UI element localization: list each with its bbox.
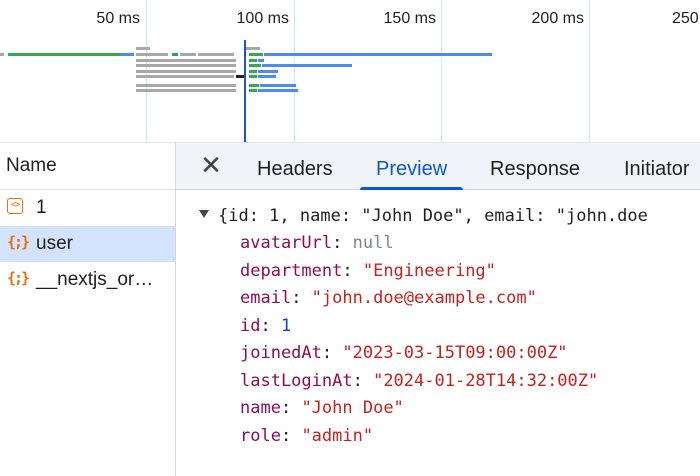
json-key: email [240,288,292,308]
json-colon: : [280,425,302,446]
json-colon: : [352,370,374,391]
tab-initiator[interactable]: Initiator [624,143,690,189]
request-name: 1 [36,197,47,218]
waterfall-bar [249,53,263,56]
json-value: "Engineering" [362,260,496,281]
json-value: "admin" [301,425,374,446]
json-property[interactable]: department: "Engineering" [240,261,496,281]
json-colon: : [332,233,353,253]
time-tick-label: 250 [672,10,699,27]
waterfall-bar [258,75,276,78]
json-value: null [352,233,394,253]
request-row[interactable]: {;} __nextjs_or… [0,262,175,298]
json-key: joinedAt [240,343,322,363]
waterfall-bar [249,59,257,62]
waterfall-bar [236,75,244,78]
request-name: __nextjs_or… [36,269,154,290]
collapse-triangle-icon[interactable] [199,210,209,218]
waterfall-bar [258,70,278,73]
json-value: 1 [280,315,292,336]
waterfall-bar [136,70,236,73]
json-colon: : [260,315,281,336]
waterfall-bar [198,53,234,56]
json-property[interactable]: id: 1 [240,316,291,336]
waterfall-bar [0,53,4,56]
waterfall-bar [136,53,168,56]
json-value: "john.doe@example.com" [311,288,537,308]
waterfall-bar [249,84,259,87]
waterfall-bar [136,47,150,50]
tab-headers[interactable]: Headers [257,143,333,189]
json-colon: : [321,343,343,363]
time-tick-label: 150 ms [383,10,436,27]
json-key: department [240,260,343,281]
request-details: ✕ Headers Preview Response Initiator {id… [176,143,700,476]
json-preview: {id: 1, name: "John Doe", email: "john.d… [176,190,700,476]
waterfall-bar [136,89,236,92]
network-panel: Name <> 1 {;} user {;} __nextjs_or… ✕ He… [0,142,700,476]
json-key: id [240,315,261,336]
waterfall-bar [136,59,236,62]
tab-response[interactable]: Response [490,143,580,189]
name-column-header[interactable]: Name [0,143,175,190]
time-tick-label: 200 ms [531,10,584,27]
request-list: Name <> 1 {;} user {;} __nextjs_or… [0,143,176,476]
waterfall-bar [264,53,492,56]
waterfall-bar [258,89,298,92]
details-tabbar: ✕ Headers Preview Response Initiator [176,143,700,190]
waterfall-bar [180,53,196,56]
waterfall-bar [246,47,260,50]
waterfall-bar [136,64,236,67]
waterfall-bar [258,59,264,62]
waterfall-bar [172,53,178,56]
json-property[interactable]: joinedAt: "2023-03-15T09:00:00Z" [240,343,568,363]
json-key: role [240,425,281,446]
waterfall-bar [249,64,261,67]
time-tick-label: 100 ms [236,10,289,27]
json-colon: : [280,398,302,418]
waterfall-bar [8,53,120,56]
json-property[interactable]: name: "John Doe" [240,398,404,418]
waterfall-bar [249,75,257,78]
json-value: "John Doe" [301,398,404,418]
json-property[interactable]: avatarUrl: null [240,233,394,253]
json-braces-icon: {;} [7,233,30,251]
waterfall-bar [260,84,296,87]
json-value: "2024-01-28T14:32:00Z" [373,370,599,391]
close-icon[interactable]: ✕ [199,152,223,178]
grid-line [294,0,295,142]
waterfall-bar [249,89,257,92]
grid-line [589,0,590,142]
json-colon: : [291,288,312,308]
waterfall-bar [249,70,257,73]
json-property[interactable]: role: "admin" [240,426,373,446]
waterfall-bar [262,64,352,67]
waterfall-bar [136,84,236,87]
json-property[interactable]: email: "john.doe@example.com" [240,288,537,308]
json-colon: : [342,260,363,281]
object-summary[interactable]: {id: 1, name: "John Doe", email: "john.d… [218,206,648,226]
grid-line [441,0,442,142]
time-tick-label: 50 ms [96,10,140,27]
json-property[interactable]: lastLoginAt: "2024-01-28T14:32:00Z" [240,371,598,391]
json-key: name [240,398,281,418]
waterfall-bar [136,75,234,78]
timeline-cursor[interactable] [244,40,246,142]
request-row[interactable]: {;} user [0,226,175,262]
waterfall-bar [120,53,134,56]
json-key: avatarUrl [240,233,333,253]
tab-preview[interactable]: Preview [359,143,464,190]
json-value: "2023-03-15T09:00:00Z" [342,343,568,363]
json-braces-icon: {;} [7,269,30,287]
json-key: lastLoginAt [240,370,353,391]
request-row[interactable]: <> 1 [0,190,175,226]
network-overview-timeline[interactable]: 50 ms 100 ms 150 ms 200 ms 250 [0,0,700,142]
document-brackets-icon: <> [7,198,23,214]
request-name: user [36,233,73,254]
